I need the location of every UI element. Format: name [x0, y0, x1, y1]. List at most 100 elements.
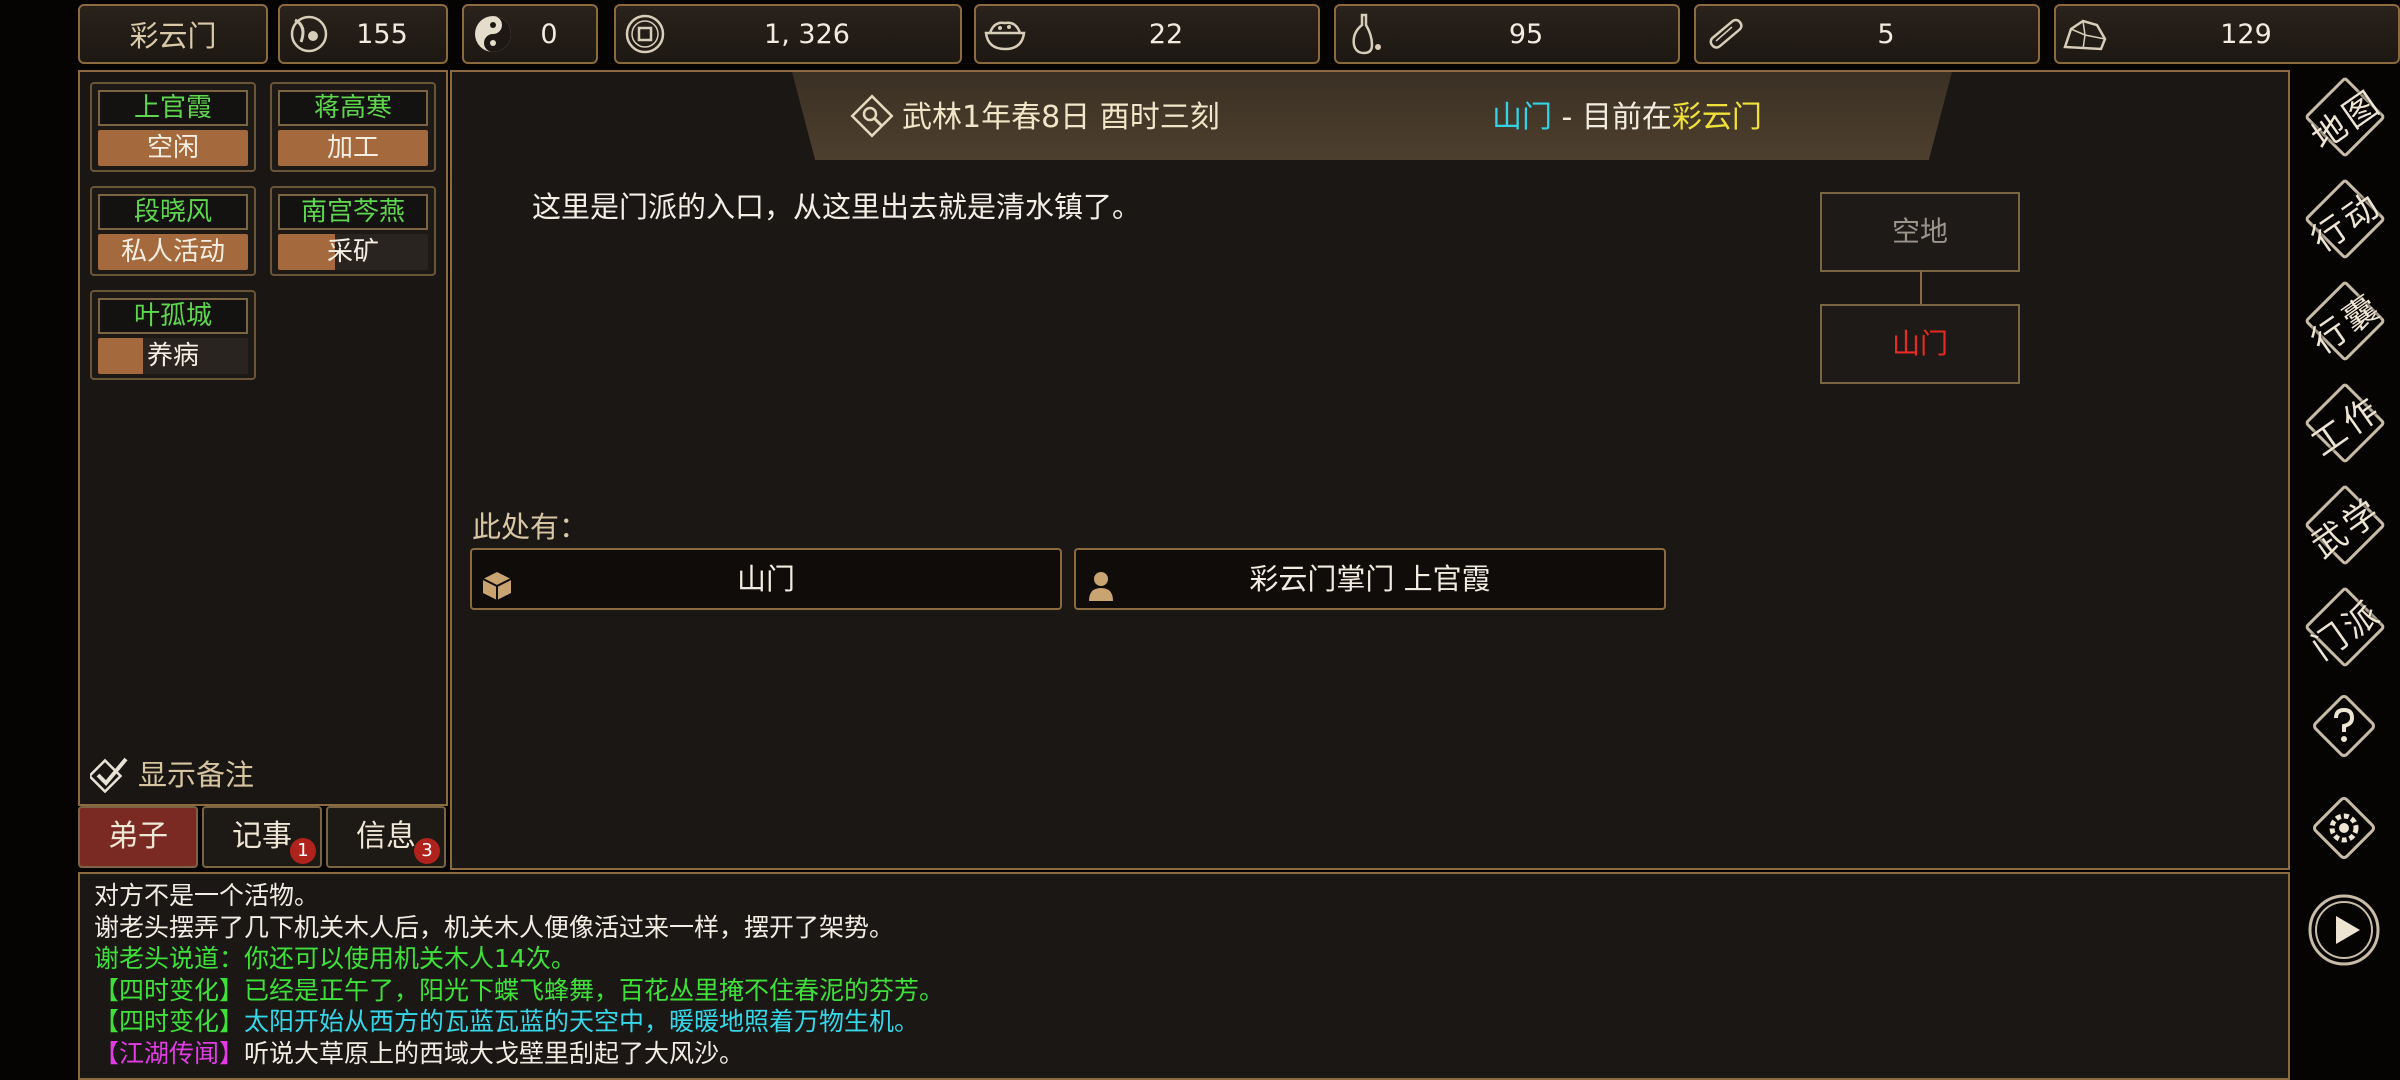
- compass-icon: [850, 94, 894, 142]
- disciple-card[interactable]: 叶孤城 养病: [90, 290, 256, 380]
- log-segment: 谢老头摆弄了几下机关木人后，机关木人便像活过来一样，摆开了架势。: [94, 912, 895, 942]
- tab-messages[interactable]: 信息 3: [326, 806, 446, 868]
- disciple-card[interactable]: 南宫芩燕 采矿: [270, 186, 436, 276]
- box-icon: [480, 564, 514, 622]
- entity-sect-master-button[interactable]: 彩云门掌门 上官霞: [1074, 548, 1666, 610]
- menu-martial-button[interactable]: 武学: [2298, 478, 2392, 572]
- herb-gourd-icon: [1336, 6, 1394, 62]
- food-value: 22: [1148, 18, 1184, 50]
- log-segment: 对方不是一个活物。: [94, 881, 320, 910]
- resource-prestige[interactable]: 155: [278, 4, 448, 64]
- disciple-card[interactable]: 段晓风 私人活动: [90, 186, 256, 276]
- show-notes-label: 显示备注: [138, 758, 255, 792]
- play-button[interactable]: [2306, 892, 2382, 968]
- resource-wood[interactable]: 5: [1694, 4, 2040, 64]
- here-label: 此处有：: [472, 510, 589, 544]
- location-separator: - 目前在: [1552, 100, 1672, 135]
- tab-label: 信息: [356, 819, 416, 854]
- sect-name: 彩云门: [129, 19, 217, 53]
- menu-label: 工作: [2304, 387, 2390, 465]
- disciple-task: 养病: [98, 338, 248, 374]
- disciple-name: 叶孤城: [98, 298, 248, 334]
- log-segment: 太阳开始从西方的瓦蓝瓦蓝的天空中，暖暖地照着万物生机。: [244, 1007, 920, 1036]
- disciple-task: 私人活动: [98, 234, 248, 270]
- resource-bar: 彩云门 155 0 1, 326 22 95 5 129: [78, 4, 2400, 66]
- side-menu: 地图 行动 行囊 工作 武学 门派: [2290, 60, 2400, 1080]
- map-node-empty-land[interactable]: 空地: [1820, 192, 2020, 272]
- disciple-name: 段晓风: [98, 194, 248, 230]
- log-line: 【四时变化】太阳开始从西方的瓦蓝瓦蓝的天空中，暖暖地照着万物生机。: [94, 1006, 2274, 1038]
- wood-log-icon: [1696, 6, 1754, 62]
- map-connector: [1920, 270, 1922, 304]
- menu-map-button[interactable]: 地图: [2298, 70, 2392, 164]
- play-icon: [2308, 894, 2380, 966]
- yin-yang-icon: [464, 6, 522, 62]
- food-bowl-icon: [976, 6, 1034, 62]
- log-segment: 【四时变化】: [94, 1007, 245, 1036]
- menu-label: 地图: [2304, 81, 2390, 159]
- checkbox-icon: [90, 757, 128, 793]
- location-description: 这里是门派的入口，从这里出去就是清水镇了。: [532, 190, 1142, 224]
- sect-name-button[interactable]: 彩云门: [78, 4, 268, 64]
- settings-button[interactable]: [2306, 790, 2382, 866]
- entity-gate-button[interactable]: 山门: [470, 548, 1062, 610]
- map-node-current[interactable]: 山门: [1820, 304, 2020, 384]
- disciple-card[interactable]: 上官霞 空闲: [90, 82, 256, 172]
- tab-label: 记事: [232, 819, 292, 854]
- gear-icon: [2313, 797, 2375, 859]
- disciple-task: 采矿: [278, 234, 428, 270]
- resource-food[interactable]: 22: [974, 4, 1320, 64]
- show-notes-toggle[interactable]: 显示备注: [90, 752, 254, 794]
- question-icon: [2313, 695, 2375, 757]
- menu-bag-button[interactable]: 行囊: [2298, 274, 2392, 368]
- resource-yinyang[interactable]: 0: [462, 4, 598, 64]
- tab-records[interactable]: 记事 1: [202, 806, 322, 868]
- disciple-name: 蒋高寒: [278, 90, 428, 126]
- log-segment: 【江湖传闻】: [94, 1038, 245, 1068]
- game-screen: 彩云门 155 0 1, 326 22 95 5 129 上官霞 空闲 蒋高寒 …: [0, 0, 2400, 1080]
- entity-label: 山门: [736, 562, 795, 596]
- entity-label: 彩云门掌门 上官霞: [1249, 562, 1491, 596]
- ore-stone-icon: [2056, 6, 2114, 62]
- location-name: 山门: [1492, 100, 1552, 135]
- log-segment: 【四时变化】已经是正午了，阳光下蝶飞蜂舞，百花丛里掩不住春泥的芬芳。: [94, 975, 945, 1005]
- menu-work-button[interactable]: 工作: [2298, 376, 2392, 470]
- disciple-task: 空闲: [98, 130, 248, 166]
- tab-label: 弟子: [108, 819, 168, 854]
- menu-label: 武学: [2304, 489, 2390, 567]
- current-location: 山门 - 目前在彩云门: [1492, 92, 1762, 136]
- location-panel: 武林1年春8日 酉时三刻 山门 - 目前在彩云门 这里是门派的入口，从这里出去就…: [450, 70, 2290, 870]
- log-line: 谢老头摆弄了几下机关木人后，机关木人便像活过来一样，摆开了架势。: [94, 912, 2274, 944]
- ore-value: 129: [2220, 18, 2272, 50]
- panel-tabs: 弟子 记事 1 信息 3: [78, 806, 448, 870]
- help-button[interactable]: [2306, 688, 2382, 764]
- disciple-name: 南宫芩燕: [278, 194, 428, 230]
- location-banner: 武林1年春8日 酉时三刻 山门 - 目前在彩云门: [792, 72, 1952, 160]
- herb-value: 95: [1508, 18, 1544, 50]
- log-segment: 谢老头说道：你还可以使用机关木人14次。: [94, 944, 576, 973]
- coin-icon: [616, 6, 674, 62]
- log-line: 【江湖传闻】听说大草原上的西域大戈壁里刮起了大风沙。: [94, 1038, 2274, 1070]
- yinyang-value: 0: [540, 18, 558, 50]
- resource-ore[interactable]: 129: [2054, 4, 2400, 64]
- log-line: 谢老头说道：你还可以使用机关木人14次。: [94, 943, 2274, 975]
- disciple-card[interactable]: 蒋高寒 加工: [270, 82, 436, 172]
- menu-label: 门派: [2304, 591, 2390, 669]
- tab-disciples[interactable]: 弟子: [78, 806, 198, 868]
- resource-coin[interactable]: 1, 326: [614, 4, 962, 64]
- person-icon: [1084, 564, 1118, 622]
- location-sect: 彩云门: [1671, 100, 1762, 135]
- menu-label: 行动: [2304, 183, 2390, 261]
- resource-herb[interactable]: 95: [1334, 4, 1680, 64]
- prestige-icon: [280, 6, 338, 62]
- disciple-name: 上官霞: [98, 90, 248, 126]
- menu-sect-button[interactable]: 门派: [2298, 580, 2392, 674]
- coin-value: 1, 326: [764, 18, 850, 50]
- menu-label: 行囊: [2304, 285, 2390, 363]
- disciple-task: 加工: [278, 130, 428, 166]
- log-lines: 对方不是一个活物。 谢老头摆弄了几下机关木人后，机关木人便像活过来一样，摆开了架势…: [94, 880, 2274, 1069]
- menu-action-button[interactable]: 行动: [2298, 172, 2392, 266]
- message-log[interactable]: 对方不是一个活物。 谢老头摆弄了几下机关木人后，机关木人便像活过来一样，摆开了架势…: [78, 872, 2290, 1080]
- log-line: 【四时变化】已经是正午了，阳光下蝶飞蜂舞，百花丛里掩不住春泥的芬芳。: [94, 975, 2274, 1007]
- game-time: 武林1年春8日 酉时三刻: [902, 100, 1220, 135]
